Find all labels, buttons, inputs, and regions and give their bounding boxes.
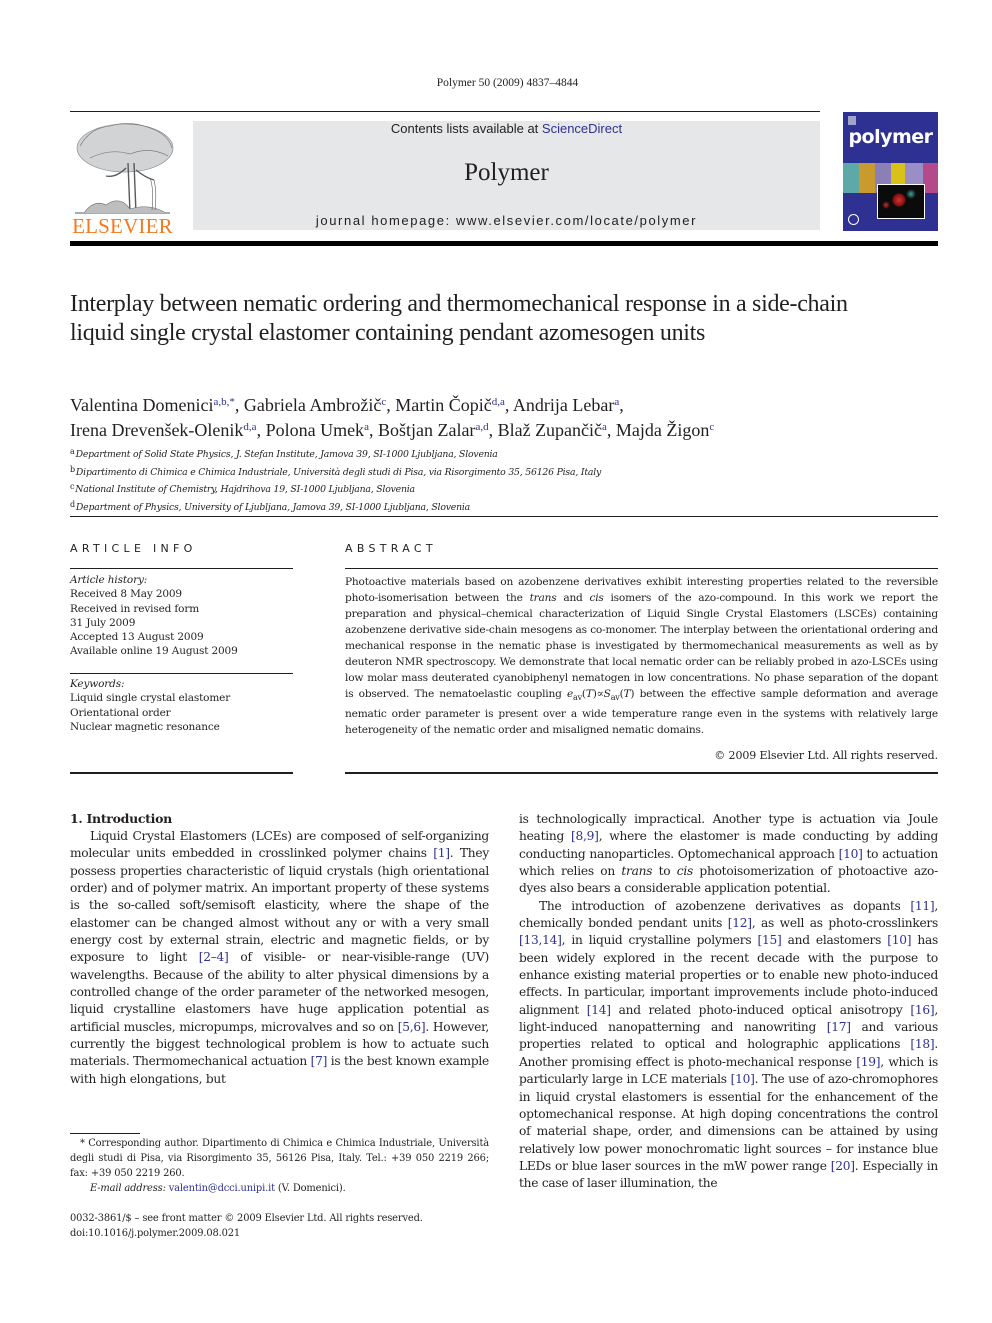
italic-term: cis xyxy=(676,864,694,879)
divider xyxy=(70,673,293,674)
reference-link[interactable]: [18] xyxy=(910,1037,934,1051)
reference-link[interactable]: [12] xyxy=(728,916,752,930)
corresponding-author-note: * Corresponding author. Dipartimento di … xyxy=(70,1138,489,1179)
reference-link[interactable]: [20] xyxy=(831,1159,855,1173)
contents-line: Contents lists available at ScienceDirec… xyxy=(193,121,820,136)
reference-link[interactable]: [17] xyxy=(827,1020,851,1034)
divider xyxy=(345,772,938,774)
reference-link[interactable]: [10] xyxy=(839,847,863,861)
email-link[interactable]: valentin@dcci.unipi.it xyxy=(169,1183,275,1194)
cover-title: polymer xyxy=(848,126,933,148)
reference-link[interactable]: [14] xyxy=(587,1003,611,1017)
article-history-label: Article history: xyxy=(70,574,148,586)
journal-citation: Polymer 50 (2009) 4837–4844 xyxy=(436,77,579,89)
history-item: 31 July 2009 xyxy=(70,616,136,629)
reference-link[interactable]: [16] xyxy=(910,1003,934,1017)
divider xyxy=(70,772,293,774)
history-item: Received in revised form xyxy=(70,602,200,615)
masthead-top-rule xyxy=(70,111,820,112)
keyword: Nuclear magnetic resonance xyxy=(70,720,220,733)
journal-banner: Contents lists available at ScienceDirec… xyxy=(193,121,820,230)
affiliations: aDepartment of Solid State Physics, J. S… xyxy=(70,445,870,515)
author[interactable]: Polona Umeka xyxy=(266,420,369,440)
body-column-left: Liquid Crystal Elastomers (LCEs) are com… xyxy=(70,828,489,1088)
journal-name: Polymer xyxy=(464,159,549,186)
author[interactable]: Boštjan Zalara,d xyxy=(378,420,489,440)
italic-term: trans xyxy=(621,864,653,879)
author[interactable]: Majda Žigonc xyxy=(616,420,714,440)
article-title: Interplay between nematic ordering and t… xyxy=(70,291,848,346)
doi-link[interactable]: doi:10.1016/j.polymer.2009.08.021 xyxy=(70,1226,489,1241)
reference-link[interactable]: [2–4] xyxy=(199,950,229,964)
contents-prefix: Contents lists available at xyxy=(390,121,542,136)
paragraph: The introduction of azobenzene derivativ… xyxy=(519,898,939,1191)
abstract-heading: ABSTRACT xyxy=(345,542,437,555)
body-column-right: is technologically impractical. Another … xyxy=(519,811,938,1193)
footnote-rule xyxy=(70,1133,140,1134)
divider xyxy=(345,568,938,569)
author[interactable]: Andrija Lebara xyxy=(513,395,619,415)
journal-homepage-link[interactable]: journal homepage: www.elsevier.com/locat… xyxy=(193,213,820,228)
reference-link[interactable]: [19] xyxy=(856,1055,880,1069)
journal-cover-image[interactable]: polymer xyxy=(843,112,938,231)
affiliation: dDepartment of Physics, University of Lj… xyxy=(70,499,470,513)
author[interactable]: Gabriela Ambrožičc xyxy=(244,395,386,415)
paragraph: Liquid Crystal Elastomers (LCEs) are com… xyxy=(70,829,490,1086)
author-list: Valentina Domenicia,b,*, Gabriela Ambrož… xyxy=(70,395,715,440)
reference-link[interactable]: [15] xyxy=(757,933,781,947)
keyword: Orientational order xyxy=(70,706,171,719)
author[interactable]: Blaž Zupančiča xyxy=(498,420,607,440)
divider xyxy=(70,568,293,569)
history-item: Available online 19 August 2009 xyxy=(70,645,238,658)
affiliation: cNational Institute of Chemistry, Hajdri… xyxy=(70,482,415,495)
cover-strip xyxy=(923,163,938,193)
email-line: E-mail address: valentin@dcci.unipi.it (… xyxy=(90,1183,346,1194)
section-heading-introduction: 1. Introduction xyxy=(70,811,172,826)
masthead-bottom-rule xyxy=(70,241,938,246)
cover-micrograph xyxy=(877,184,925,219)
reference-link[interactable]: [13,14] xyxy=(519,933,562,947)
sciencedirect-link[interactable]: ScienceDirect xyxy=(542,121,622,136)
elsevier-tree-icon xyxy=(75,123,174,214)
article-info: Article history: Received 8 May 2009 Rec… xyxy=(70,573,293,659)
elsevier-wordmark: ELSEVIER xyxy=(72,214,173,238)
history-item: Received 8 May 2009 xyxy=(70,588,182,601)
cover-publisher-icon xyxy=(848,116,856,125)
author[interactable]: Valentina Domenicia,b,* xyxy=(70,395,235,415)
cover-emblem-icon xyxy=(848,214,859,225)
keyword: Liquid single crystal elastomer xyxy=(70,692,231,705)
copyright-notice: © 2009 Elsevier Ltd. All rights reserved… xyxy=(714,749,938,762)
keywords-label: Keywords: xyxy=(70,678,125,690)
reference-link[interactable]: [1] xyxy=(433,846,450,860)
history-item: Accepted 13 August 2009 xyxy=(70,631,204,644)
article-info-heading: ARTICLE INFO xyxy=(70,542,197,555)
cover-strip xyxy=(843,163,859,193)
elsevier-logo[interactable]: ELSEVIER xyxy=(70,118,175,238)
footnote: * Corresponding author. Dipartimento di … xyxy=(70,1136,489,1196)
section-divider xyxy=(70,516,938,517)
nematoelastic-formula: eav(T)∝Sav(T) xyxy=(566,688,635,703)
author[interactable]: Martin Čopičd,a xyxy=(395,395,505,415)
reference-link[interactable]: [7] xyxy=(311,1054,328,1068)
abstract-text: Photoactive materials based on azobenzen… xyxy=(345,576,939,737)
author[interactable]: Irena Drevenšek-Olenikd,a xyxy=(70,420,257,440)
reference-link[interactable]: [10] xyxy=(887,933,911,947)
cover-strip xyxy=(859,163,875,193)
affiliation: aDepartment of Solid State Physics, J. S… xyxy=(70,447,498,460)
reference-link[interactable]: [11] xyxy=(910,899,934,913)
reference-link[interactable]: [5,6] xyxy=(398,1020,426,1034)
front-matter: 0032-3861/$ – see front matter © 2009 El… xyxy=(70,1211,489,1241)
reference-link[interactable]: [8,9] xyxy=(571,829,599,843)
issn-line: 0032-3861/$ – see front matter © 2009 El… xyxy=(70,1213,423,1224)
keywords: Keywords: Liquid single crystal elastome… xyxy=(70,677,293,734)
reference-link[interactable]: [10] xyxy=(731,1072,755,1086)
paragraph: is technologically impractical. Another … xyxy=(519,812,939,896)
affiliation: bDipartimento di Chimica e Chimica Indus… xyxy=(70,464,602,478)
